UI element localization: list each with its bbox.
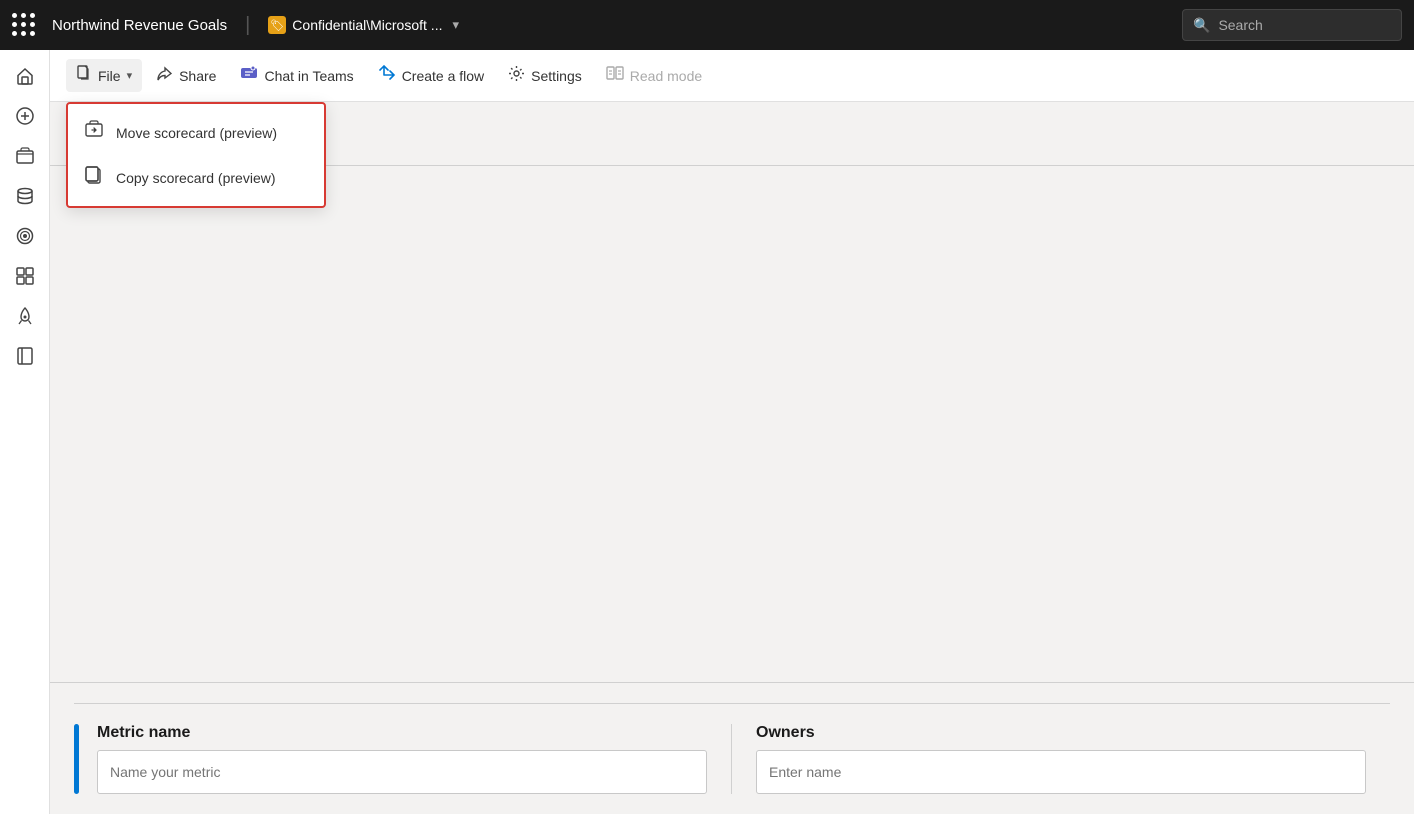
metric-name-label: Metric name xyxy=(97,724,707,742)
toolbar: File ▾ Share Chat in Teams Create a xyxy=(50,50,1414,102)
search-bar[interactable]: 🔍 Search xyxy=(1182,9,1402,41)
chat-teams-label: Chat in Teams xyxy=(264,68,353,84)
app-grid-icon[interactable] xyxy=(12,13,36,37)
copy-scorecard-label: Copy scorecard (preview) xyxy=(116,170,276,186)
move-scorecard-item[interactable]: Move scorecard (preview) xyxy=(68,110,324,155)
create-flow-label: Create a flow xyxy=(402,68,484,84)
flow-icon xyxy=(378,64,396,87)
settings-icon xyxy=(508,65,525,87)
create-flow-button[interactable]: Create a flow xyxy=(368,58,494,93)
sidebar-item-book[interactable] xyxy=(7,338,43,374)
sidebar-item-home[interactable] xyxy=(7,58,43,94)
title-divider: | xyxy=(245,14,250,37)
sidebar-item-launch[interactable] xyxy=(7,298,43,334)
label-area[interactable]: 🏷 Confidential\Microsoft ... ▾ xyxy=(268,16,459,34)
teams-icon xyxy=(240,64,258,87)
move-scorecard-label: Move scorecard (preview) xyxy=(116,125,277,141)
share-label: Share xyxy=(179,68,216,84)
settings-label: Settings xyxy=(531,68,582,84)
label-chevron-icon[interactable]: ▾ xyxy=(452,17,459,33)
file-button[interactable]: File ▾ xyxy=(66,59,142,92)
sidebar-item-create[interactable] xyxy=(7,98,43,134)
page-content: Goals Metric name Owners xyxy=(50,102,1414,814)
content-spacer xyxy=(50,166,1414,682)
owners-label: Owners xyxy=(756,724,1366,742)
metric-accent-bar xyxy=(74,724,79,794)
sidebar-item-apps[interactable] xyxy=(7,258,43,294)
read-mode-icon xyxy=(606,64,624,87)
app-title: Northwind Revenue Goals xyxy=(52,17,227,34)
confidential-tag-icon: 🏷 xyxy=(268,16,286,34)
copy-scorecard-item[interactable]: Copy scorecard (preview) xyxy=(68,155,324,200)
read-mode-button[interactable]: Read mode xyxy=(596,58,712,93)
metric-section: Metric name Owners xyxy=(50,683,1414,814)
file-icon xyxy=(76,65,92,86)
main-layout: File ▾ Share Chat in Teams Create a xyxy=(0,50,1414,814)
settings-button[interactable]: Settings xyxy=(498,59,592,93)
search-icon: 🔍 xyxy=(1193,17,1210,34)
search-placeholder: Search xyxy=(1218,17,1262,33)
file-chevron-icon: ▾ xyxy=(127,69,133,82)
owners-field: Owners xyxy=(756,724,1390,794)
top-bar: Northwind Revenue Goals | 🏷 Confidential… xyxy=(0,0,1414,50)
read-mode-label: Read mode xyxy=(630,68,702,84)
share-icon xyxy=(156,65,173,87)
copy-scorecard-icon xyxy=(84,165,104,190)
content-area: File ▾ Share Chat in Teams Create a xyxy=(50,50,1414,814)
metric-row: Metric name Owners xyxy=(74,703,1390,794)
move-scorecard-icon xyxy=(84,120,104,145)
metric-name-input[interactable] xyxy=(97,750,707,794)
share-button[interactable]: Share xyxy=(146,59,226,93)
sidebar xyxy=(0,50,50,814)
chat-teams-button[interactable]: Chat in Teams xyxy=(230,58,363,93)
sidebar-item-browse[interactable] xyxy=(7,138,43,174)
owners-input[interactable] xyxy=(756,750,1366,794)
label-text: Confidential\Microsoft ... xyxy=(292,17,442,33)
file-dropdown: Move scorecard (preview) Copy scorecard … xyxy=(66,102,326,208)
file-label: File xyxy=(98,68,121,84)
sidebar-item-data[interactable] xyxy=(7,178,43,214)
metric-name-field: Metric name xyxy=(97,724,732,794)
sidebar-item-goals[interactable] xyxy=(7,218,43,254)
metric-fields: Metric name Owners xyxy=(97,724,1390,794)
